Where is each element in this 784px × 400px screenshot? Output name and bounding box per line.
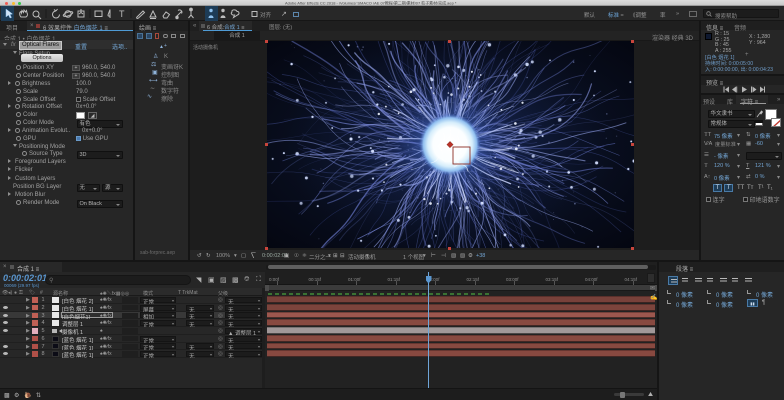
svg-text:T: T [119, 9, 125, 19]
